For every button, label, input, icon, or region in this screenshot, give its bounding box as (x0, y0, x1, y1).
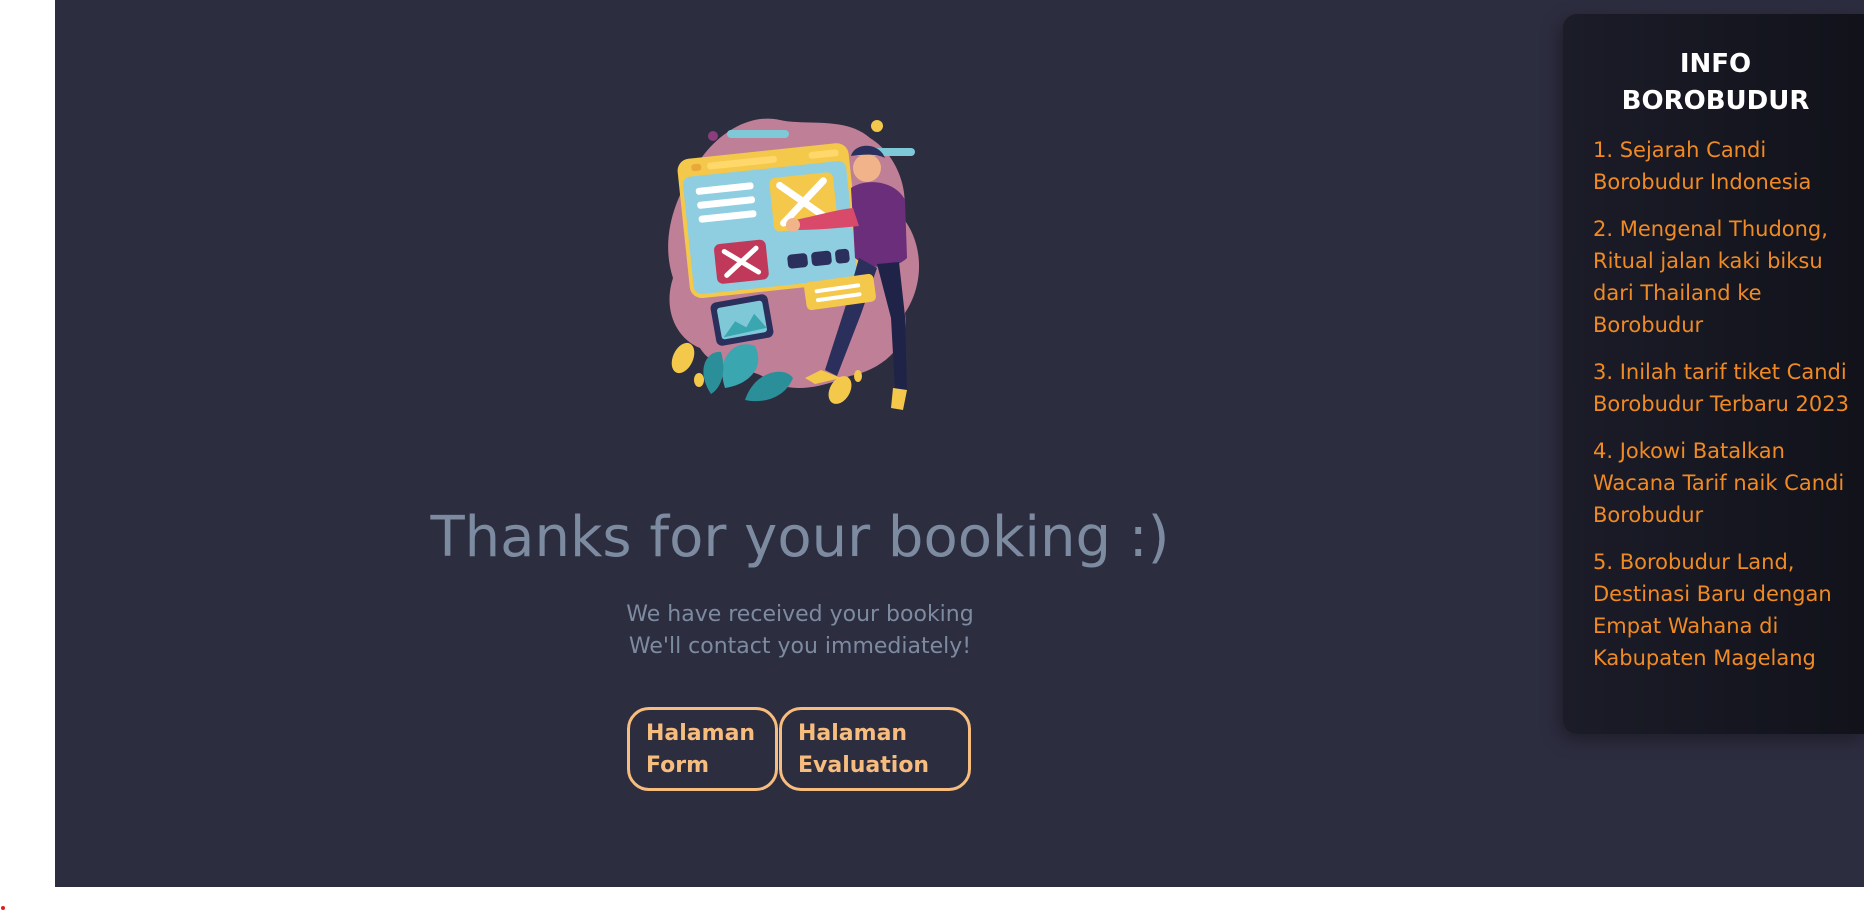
halaman-evaluation-button[interactable]: Halaman Evaluation (779, 707, 971, 791)
booking-rejected-illustration (668, 118, 920, 410)
info-link-3[interactable]: 3. Inilah tarif tiket Candi Borobudur Te… (1593, 356, 1850, 420)
confirmation-message: We have received your booking We'll cont… (55, 599, 1545, 663)
info-list: 1. Sejarah Candi Borobudur Indonesia 2. … (1593, 134, 1850, 674)
info-link-5[interactable]: 5. Borobudur Land, Destinasi Baru dengan… (1593, 546, 1850, 674)
confirmation-line-1: We have received your booking (626, 602, 974, 627)
red-dot-marker (1, 906, 5, 910)
info-sidebar: INFO BOROBUDUR 1. Sejarah Candi Borobudu… (1563, 14, 1864, 734)
confirmation-line-2: We'll contact you immediately! (628, 634, 972, 659)
info-link-2[interactable]: 2. Mengenal Thudong, Ritual jalan kaki b… (1593, 213, 1850, 341)
info-link-4[interactable]: 4. Jokowi Batalkan Wacana Tarif naik Can… (1593, 435, 1850, 531)
sidebar-title: INFO BOROBUDUR (1621, 49, 1810, 116)
halaman-form-button[interactable]: Halaman Form (627, 707, 778, 791)
page-title: Thanks for your booking :) (430, 505, 1170, 570)
info-link-1[interactable]: 1. Sejarah Candi Borobudur Indonesia (1593, 134, 1850, 198)
